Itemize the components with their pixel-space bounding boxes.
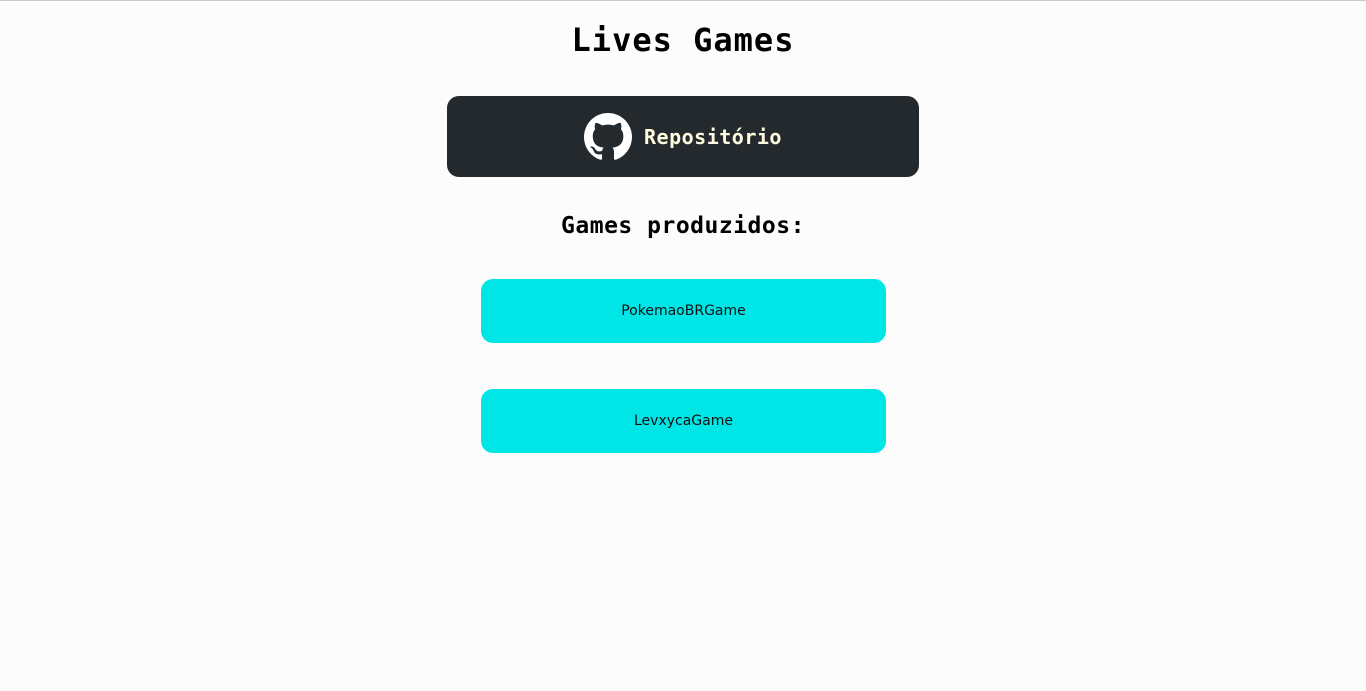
games-heading: Games produzidos:: [561, 213, 805, 239]
github-icon: [584, 112, 633, 160]
page-title: Lives Games: [571, 21, 795, 59]
repository-label: Repositório: [644, 124, 782, 149]
repository-button[interactable]: Repositório: [447, 96, 919, 177]
game-button-pokemaobrgame[interactable]: PokemaoBRGame: [481, 279, 886, 343]
game-button-levxycagame[interactable]: LevxycaGame: [481, 389, 886, 453]
